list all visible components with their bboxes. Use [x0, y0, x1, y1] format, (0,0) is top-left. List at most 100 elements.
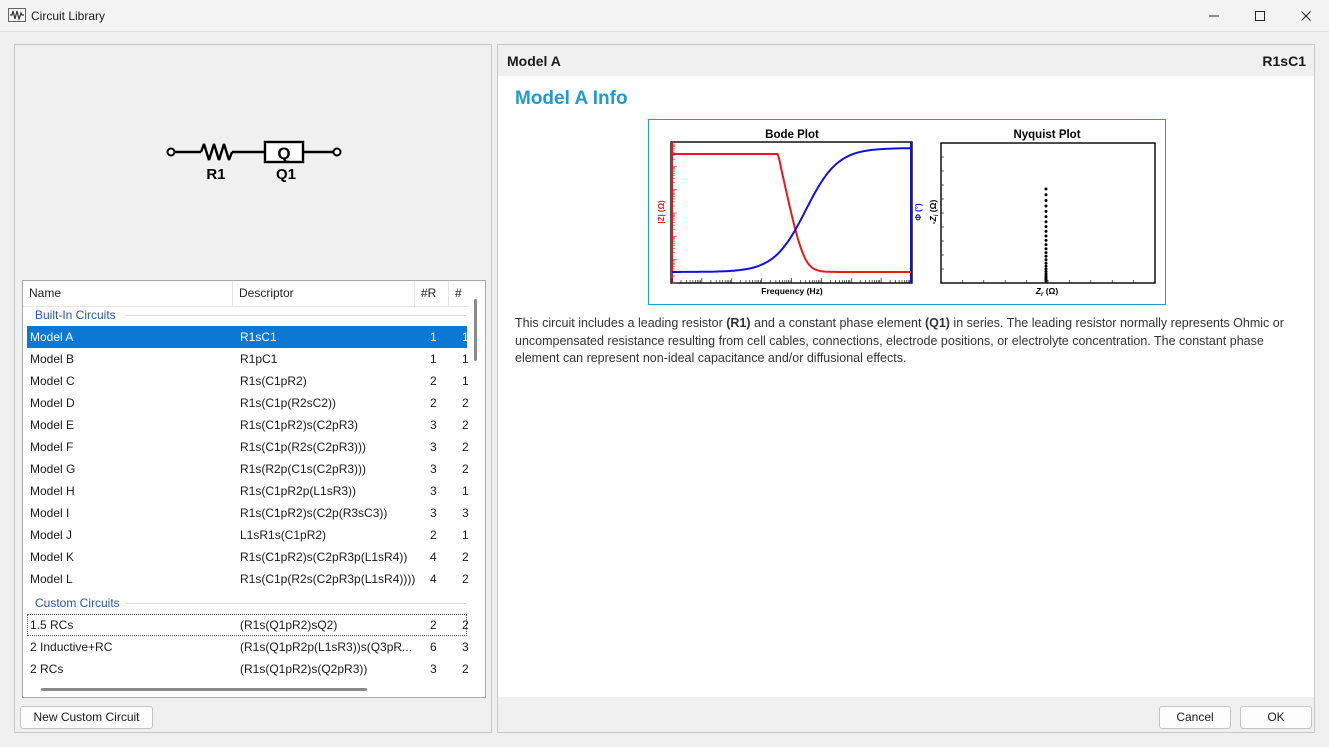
highlight-q1: (Q1) — [924, 316, 950, 330]
circuit-descriptor: R1s(C1p(R2s(C2pR3))) — [240, 440, 367, 454]
list-item[interactable]: Model A R1sC1 1 1 — [27, 326, 469, 348]
list-item[interactable]: 2 RCs (R1s(Q1pR2)s(Q2pR3)) 3 2 — [27, 658, 469, 680]
resistor-count: 3 — [430, 506, 437, 520]
title-bar: Circuit Library — [0, 0, 1329, 32]
element-count: 1 — [462, 352, 469, 366]
circuit-name: Model G — [30, 462, 76, 476]
nyquist-point — [1044, 251, 1048, 255]
circuit-name: Model H — [30, 484, 75, 498]
circuit-descriptor: R1s(C1pR2)s(C2p(R3sC3)) — [240, 506, 388, 520]
schematic-label-r1: R1 — [206, 166, 225, 183]
resistor-count: 2 — [430, 528, 437, 542]
element-count: 2 — [462, 662, 469, 676]
circuit-name: 2 Inductive+RC — [30, 640, 113, 654]
list-item[interactable]: Model F R1s(C1p(R2s(C2pR3))) 3 2 — [27, 436, 469, 458]
group-label-custom: Custom Circuits — [35, 596, 120, 610]
list-item[interactable]: Model D R1s(C1p(R2sC2)) 2 2 — [27, 392, 469, 414]
circuit-schematic: Q R1 Q1 — [166, 140, 342, 183]
circuit-list[interactable]: Name Descriptor #R # Built-In Circuits M… — [22, 280, 486, 698]
element-count: 3 — [462, 640, 469, 654]
circuit-name: 2 RCs — [30, 662, 64, 676]
list-item[interactable]: Model E R1s(C1pR2)s(C2pR3) 3 2 — [27, 414, 469, 436]
maximize-icon — [1255, 11, 1265, 21]
nyquist-point — [1044, 187, 1048, 191]
resistor-count: 1 — [430, 352, 437, 366]
cancel-button[interactable]: Cancel — [1159, 706, 1231, 729]
column-header-resistor-count[interactable]: #R — [415, 281, 449, 307]
column-header-name[interactable]: Name — [23, 281, 233, 307]
list-item[interactable]: Model I R1s(C1pR2)s(C2p(R3sC3)) 3 3 — [27, 502, 469, 524]
circuit-descriptor: (R1s(Q1pR2)sQ2) — [240, 618, 338, 632]
nyquist-ylabel: -Zi (Ω) — [928, 200, 940, 225]
element-letter: Q — [277, 144, 290, 163]
minimize-button[interactable] — [1191, 0, 1237, 32]
list-item[interactable]: Model C R1s(C1pR2) 2 1 — [27, 370, 469, 392]
nyquist-point — [1044, 264, 1048, 268]
nyquist-point — [1044, 225, 1048, 229]
list-item[interactable]: Model L R1s(C1p(R2s(C2pR3p(L1sR4)))) 4 2 — [27, 568, 469, 590]
nyquist-point — [1044, 258, 1048, 262]
circuit-descriptor: (R1s(Q1pR2)s(Q2pR3)) — [240, 662, 368, 676]
element-count: 1 — [462, 528, 469, 542]
nyquist-point — [1044, 243, 1048, 247]
model-title: Model A — [507, 53, 561, 69]
bode-ylabel-left: |Z| (Ω) — [657, 200, 666, 224]
resistor-count: 2 — [430, 396, 437, 410]
nyquist-point — [1044, 247, 1048, 251]
list-item[interactable]: Model B R1pC1 1 1 — [27, 348, 469, 370]
waveform-icon — [8, 8, 26, 22]
circuit-name: Model A — [30, 330, 74, 344]
element-count: 2 — [462, 618, 469, 632]
highlight-r1: (R1) — [726, 316, 751, 330]
circuit-descriptor: (R1s(Q1pR2p(L1sR3))s(Q3pR... — [240, 640, 413, 654]
resistor-count: 2 — [430, 618, 437, 632]
column-header-count[interactable]: # — [449, 281, 469, 307]
element-count: 2 — [462, 572, 469, 586]
nyquist-point — [1044, 215, 1048, 219]
circuit-descriptor: R1s(C1p(R2sC2)) — [240, 396, 337, 410]
circuit-name: 1.5 RCs — [30, 618, 74, 632]
group-divider — [126, 603, 466, 604]
element-count: 2 — [462, 418, 469, 432]
close-button[interactable] — [1283, 0, 1329, 32]
vertical-scrollbar[interactable] — [474, 299, 477, 361]
circuit-descriptor: R1pC1 — [240, 352, 278, 366]
list-item[interactable]: 1.5 RCs (R1s(Q1pR2)sQ2) 2 2 — [27, 614, 469, 636]
dialog-footer: Cancel OK — [498, 697, 1314, 732]
model-descriptor: R1sC1 — [1262, 53, 1306, 69]
circuit-name: Model K — [30, 550, 75, 564]
close-icon — [1301, 11, 1311, 21]
nyquist-point — [1044, 234, 1048, 238]
ok-button[interactable]: OK — [1240, 706, 1312, 729]
list-item[interactable]: 2 Inductive+RC (R1s(Q1pR2p(L1sR3))s(Q3pR.… — [27, 636, 469, 658]
element-count: 1 — [462, 374, 469, 388]
list-item[interactable]: Model G R1s(R2p(C1s(C2pR3))) 3 2 — [27, 458, 469, 480]
element-count: 2 — [462, 462, 469, 476]
nyquist-xlabel: Zr (Ω) — [1035, 286, 1059, 298]
circuit-descriptor: R1s(R2p(C1s(C2pR3))) — [240, 462, 367, 476]
circuit-name: Model J — [30, 528, 73, 542]
nyquist-point — [1044, 261, 1048, 265]
list-item[interactable]: Model H R1s(C1pR2p(L1sR3)) 3 1 — [27, 480, 469, 502]
info-header: Model A R1sC1 — [498, 45, 1314, 76]
info-heading: Model A Info — [515, 88, 628, 109]
resistor-count: 6 — [430, 640, 437, 654]
list-item[interactable]: Model J L1sR1s(C1pR2) 2 1 — [27, 524, 469, 546]
horizontal-scrollbar[interactable] — [41, 688, 367, 691]
new-custom-circuit-button[interactable]: New Custom Circuit — [20, 706, 153, 729]
circuit-descriptor: R1s(C1p(R2s(C2pR3p(L1sR4)))) — [240, 572, 416, 586]
column-header-descriptor[interactable]: Descriptor — [233, 281, 415, 307]
resistor-count: 2 — [430, 374, 437, 388]
bode-xlabel: Frequency (Hz) — [761, 286, 823, 296]
maximize-button[interactable] — [1237, 0, 1283, 32]
circuit-list-panel: Q R1 Q1 Name Descriptor #R # Built-In Ci… — [14, 44, 492, 733]
circuit-descriptor: R1s(C1pR2)s(C2pR3p(L1sR4)) — [240, 550, 408, 564]
bode-ylabel-right: Φ (°) — [914, 203, 923, 221]
nyquist-point — [1044, 238, 1048, 242]
group-label-builtin: Built-In Circuits — [35, 308, 116, 322]
list-item[interactable]: Model K R1s(C1pR2)s(C2pR3p(L1sR4)) 4 2 — [27, 546, 469, 568]
nyquist-point — [1044, 209, 1048, 213]
circuit-descriptor: R1s(C1pR2) — [240, 374, 307, 388]
nyquist-point — [1044, 193, 1048, 197]
nyquist-point — [1044, 270, 1048, 274]
